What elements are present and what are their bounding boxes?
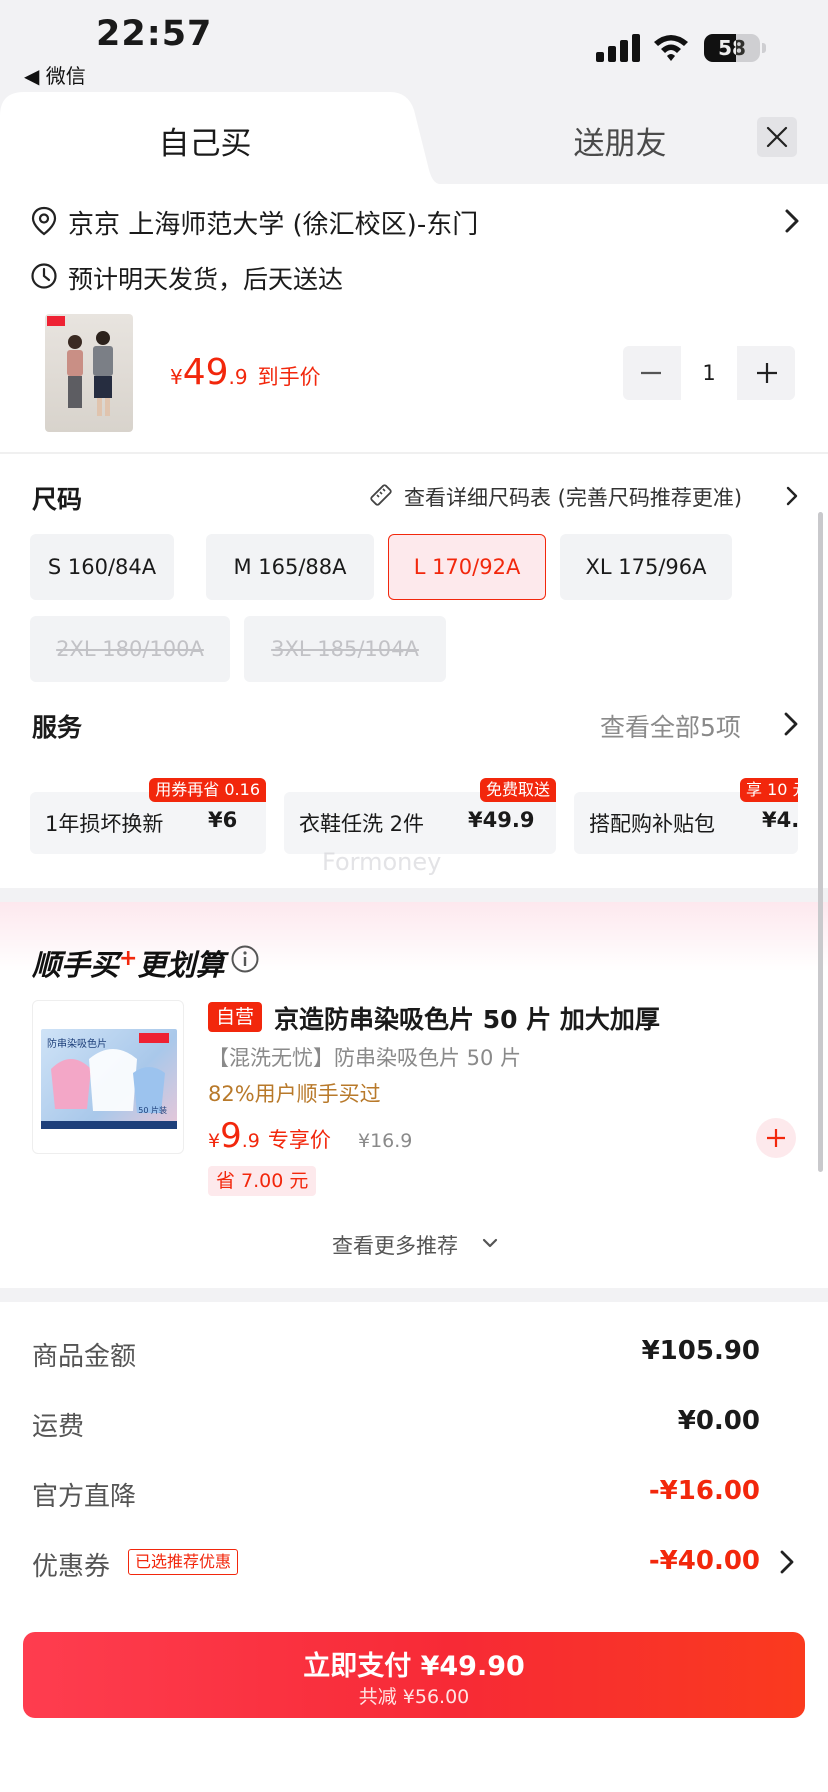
purchase-mode-tabs: 自己买 送朋友 (0, 92, 828, 184)
addon-bought-rate: 82%用户顺手买过 (208, 1082, 381, 1106)
package-title: 防串染吸色片 (47, 1039, 107, 1050)
pay-now-label: 立即支付 ¥49.90 (303, 1651, 525, 1682)
size-chart-text: 查看详细尺码表 (完善尺码推荐更准) (404, 486, 743, 510)
size-option-xl[interactable]: XL 175/96A (560, 534, 732, 600)
package-band (41, 1121, 177, 1129)
chevron-right-icon (786, 486, 798, 506)
more-recommendations-text: 查看更多推荐 (332, 1234, 458, 1258)
service-name: 1年损坏换新 (45, 812, 164, 836)
plus-icon (757, 363, 777, 383)
service-badge: 享 10 元 (740, 778, 798, 802)
size-option-s[interactable]: S 160/84A (30, 534, 174, 600)
package-count: 50 片装 (138, 1106, 167, 1115)
chevron-down-icon (482, 1238, 498, 1248)
service-price: ¥6 (208, 808, 238, 832)
status-bar: 22:57 ◀ 微信 58 (0, 0, 828, 92)
freight-value: ¥0.00 (677, 1406, 760, 1436)
minus-icon (641, 371, 661, 375)
battery-icon: 58 (704, 34, 766, 62)
section-separator (0, 1288, 828, 1302)
tab-gift-friend[interactable]: 送朋友 (500, 118, 740, 163)
addon-price: ¥9.9 专享价 (208, 1116, 331, 1156)
size-option-3xl: 3XL 185/104A (244, 616, 446, 682)
pay-now-button[interactable]: 立即支付 ¥49.90 共减 ¥56.00 (23, 1632, 805, 1718)
scrollbar[interactable] (818, 512, 823, 1172)
service-price: ¥49.9 (468, 808, 535, 832)
status-time: 22:57 (96, 14, 213, 54)
size-option-2xl: 2XL 180/100A (30, 616, 230, 682)
clock-icon (31, 263, 57, 289)
wifi-icon (654, 35, 688, 61)
ruler-icon (370, 484, 392, 506)
view-all-services-link[interactable]: 查看全部5项 (600, 708, 798, 742)
brand-logo (139, 1033, 169, 1043)
service-name: 衣鞋任洗 2件 (299, 812, 425, 836)
watermark: Formoney (322, 848, 442, 876)
coupon-value[interactable]: -¥40.00 (649, 1546, 760, 1576)
plus-icon (767, 1129, 785, 1147)
address-text: 京京 上海师范大学 (徐汇校区)-东门 (68, 210, 479, 240)
product-price: ¥49.9 到手价 (170, 352, 321, 393)
service-name: 搭配购补贴包 (589, 812, 715, 836)
size-chart-link[interactable]: 查看详细尺码表 (完善尺码推荐更准) (368, 480, 798, 512)
close-icon (766, 126, 788, 148)
divider (0, 452, 828, 454)
service-price: ¥4. (762, 808, 798, 832)
goods-amount-value: ¥105.90 (641, 1336, 760, 1366)
freight-label: 运费 (32, 1412, 85, 1442)
addon-product-image[interactable]: 防串染吸色片 50 片装 (32, 1000, 184, 1154)
signal-icon (596, 34, 640, 62)
service-card[interactable]: 1年损坏换新 ¥6 用券再省 0.16 (30, 778, 266, 854)
chevron-right-icon (784, 712, 798, 736)
product-thumbnail[interactable] (45, 314, 133, 432)
size-option-l[interactable]: L 170/92A (388, 534, 546, 600)
coupon-label: 优惠券 (32, 1552, 111, 1582)
battery-level: 58 (718, 36, 746, 60)
tab-buy-self[interactable]: 自己买 (0, 92, 440, 184)
size-title: 尺码 (32, 485, 83, 514)
addon-original-price: ¥16.9 (358, 1130, 413, 1152)
view-all-services-text: 查看全部5项 (600, 713, 741, 742)
addon-product-subtitle: 【混洗无忧】防串染吸色片 50 片 (208, 1046, 522, 1070)
service-title: 服务 (32, 713, 83, 742)
service-card[interactable]: 衣鞋任洗 2件 ¥49.9 免费取送 (284, 778, 556, 854)
coupon-selected-tag: 已选推荐优惠 (128, 1549, 239, 1575)
chevron-right-icon (785, 209, 799, 233)
addon-title: 顺手买+更划算 (32, 946, 225, 982)
size-option-m[interactable]: M 165/88A (206, 534, 374, 600)
back-to-wechat[interactable]: ◀ 微信 (24, 60, 86, 89)
addon-savings-tag: 省 7.00 元 (208, 1166, 317, 1196)
tab-buy-self-label: 自己买 (158, 126, 252, 162)
more-recommendations-link[interactable]: 查看更多推荐 (332, 1230, 498, 1260)
service-badge: 免费取送 (479, 778, 556, 802)
shipping-text: 预计明天发货，后天送达 (68, 265, 344, 294)
quantity-field[interactable]: 1 (681, 346, 737, 400)
section-separator (0, 888, 828, 902)
service-badge: 用券再省 0.16 (149, 778, 266, 802)
delivery-address[interactable]: 京京 上海师范大学 (徐汇校区)-东门 (30, 204, 800, 240)
official-discount-label: 官方直降 (32, 1482, 137, 1512)
chevron-right-icon[interactable] (780, 1550, 794, 1574)
location-pin-icon (31, 206, 57, 236)
total-discount-label: 共减 ¥56.00 (358, 1686, 470, 1708)
increase-quantity-button[interactable] (739, 346, 795, 400)
decrease-quantity-button[interactable] (623, 346, 679, 400)
add-addon-button[interactable] (756, 1118, 796, 1158)
self-operated-badge: 自营 (208, 1002, 263, 1032)
addon-product-name[interactable]: 京造防串染吸色片 50 片 加大加厚 (274, 1000, 660, 1036)
goods-amount-label: 商品金额 (32, 1342, 137, 1372)
quantity-stepper: 1 (623, 346, 795, 400)
official-discount-value: -¥16.00 (648, 1476, 760, 1506)
info-icon[interactable] (230, 944, 260, 974)
close-button[interactable] (757, 117, 797, 157)
